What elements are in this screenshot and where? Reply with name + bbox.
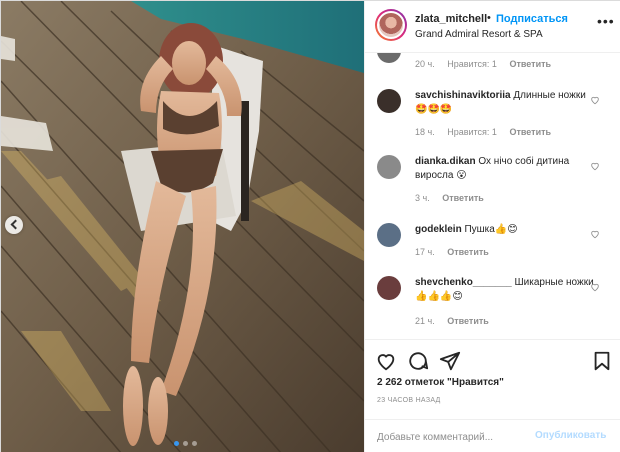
reply-button[interactable]: Ответить bbox=[442, 193, 484, 203]
carousel-dot bbox=[192, 441, 197, 446]
comment-meta: 17 ч. Ответить bbox=[415, 247, 499, 257]
likes-count[interactable]: 2 262 отметок "Нравится" bbox=[377, 377, 504, 388]
commenter-username[interactable]: dianka.dikan bbox=[415, 156, 476, 167]
share-icon[interactable] bbox=[439, 350, 461, 372]
comment-meta: 20 ч. Нравится: 1 Ответить bbox=[415, 59, 561, 69]
more-icon[interactable]: ••• bbox=[597, 13, 615, 29]
post-time[interactable]: 23 ЧАСОВ НАЗАД bbox=[377, 397, 441, 404]
carousel-dot bbox=[183, 441, 188, 446]
comments-list[interactable]: 20 ч. Нравится: 1 Ответить savchishinavi… bbox=[365, 53, 620, 339]
comment-body: dianka.dikan Ох нічо собі дитина виросла… bbox=[415, 155, 595, 183]
commenter-username[interactable]: godeklein bbox=[415, 224, 462, 235]
comment-time: 3 ч. bbox=[415, 193, 430, 203]
comment-time: 21 ч. bbox=[415, 316, 435, 326]
commenter-avatar[interactable] bbox=[377, 276, 401, 300]
carousel-dots bbox=[174, 441, 197, 446]
chevron-left-icon[interactable] bbox=[5, 216, 23, 234]
follow-button[interactable]: Подписаться bbox=[496, 13, 568, 25]
bookmark-icon[interactable] bbox=[591, 350, 613, 372]
commenter-avatar[interactable] bbox=[377, 53, 401, 63]
reply-button[interactable]: Ответить bbox=[447, 316, 489, 326]
comment-body: godeklein Пушка👍😊 bbox=[415, 223, 595, 237]
comment-time: 18 ч. bbox=[415, 127, 435, 137]
commenter-username[interactable]: shevchenko_______ bbox=[415, 277, 512, 288]
comment-icon[interactable] bbox=[407, 350, 429, 372]
location-link[interactable]: Grand Admiral Resort & SPA bbox=[415, 29, 543, 40]
comment-time: 20 ч. bbox=[415, 59, 435, 69]
post-dialog: zlata_mitchell • Подписаться Grand Admir… bbox=[0, 0, 620, 452]
author-username[interactable]: zlata_mitchell bbox=[415, 13, 487, 25]
comment-body: shevchenko_______ Шикарные ножки👍👍👍😊 bbox=[415, 276, 595, 304]
avatar-image bbox=[377, 11, 405, 39]
comment-text: Пушка👍😊 bbox=[464, 224, 518, 235]
heart-icon[interactable] bbox=[590, 282, 600, 292]
post-header: zlata_mitchell • Подписаться Grand Admir… bbox=[365, 1, 620, 53]
reply-button[interactable]: Ответить bbox=[509, 59, 551, 69]
add-comment-bar: Опубликовать bbox=[365, 419, 620, 452]
commenter-avatar[interactable] bbox=[377, 155, 401, 179]
post-side-panel: zlata_mitchell • Подписаться Grand Admir… bbox=[364, 1, 620, 452]
comment-meta: 3 ч. Ответить bbox=[415, 193, 494, 203]
commenter-avatar[interactable] bbox=[377, 223, 401, 247]
comment-time: 17 ч. bbox=[415, 247, 435, 257]
comment-meta: 21 ч. Ответить bbox=[415, 316, 499, 326]
comment-input[interactable] bbox=[377, 429, 527, 445]
comment-likes[interactable]: Нравится: 1 bbox=[447, 59, 497, 69]
post-comment-button[interactable]: Опубликовать bbox=[535, 430, 606, 441]
author-avatar[interactable] bbox=[375, 9, 407, 41]
reply-button[interactable]: Ответить bbox=[447, 247, 489, 257]
commenter-avatar[interactable] bbox=[377, 89, 401, 113]
photo-scene bbox=[1, 1, 364, 452]
comment-meta: 18 ч. Нравится: 1 Ответить bbox=[415, 127, 561, 137]
header-separator: • bbox=[487, 12, 491, 24]
heart-icon[interactable] bbox=[375, 350, 397, 372]
heart-icon[interactable] bbox=[590, 161, 600, 171]
comment-likes[interactable]: Нравится: 1 bbox=[447, 127, 497, 137]
post-photo[interactable] bbox=[1, 1, 364, 452]
reply-button[interactable]: Ответить bbox=[509, 127, 551, 137]
heart-icon[interactable] bbox=[590, 229, 600, 239]
heart-icon[interactable] bbox=[590, 95, 600, 105]
post-actions: 2 262 отметок "Нравится" 23 ЧАСОВ НАЗАД … bbox=[365, 339, 620, 452]
comment-body: savchishinaviktoriia Длинные ножки🤩🤩🤩 bbox=[415, 89, 595, 117]
carousel-dot bbox=[174, 441, 179, 446]
commenter-username[interactable]: savchishinaviktoriia bbox=[415, 90, 511, 101]
